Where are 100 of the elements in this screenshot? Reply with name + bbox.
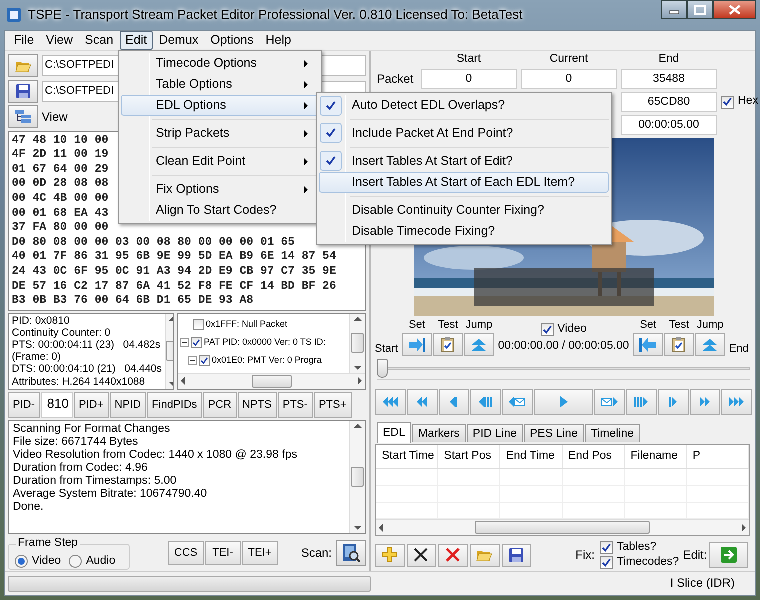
scrollbar[interactable] (376, 519, 749, 536)
pid-button[interactable]: NPTS (238, 392, 277, 418)
button-caption: Jump (466, 319, 493, 332)
fast-forward-button[interactable] (690, 389, 720, 416)
value-field[interactable]: 35488 (621, 69, 717, 89)
pid-button[interactable]: PTS+ (314, 392, 352, 418)
radio-button[interactable] (69, 554, 82, 568)
delete-button[interactable] (438, 544, 468, 567)
checkbox[interactable] (721, 96, 734, 108)
checkbox[interactable] (199, 355, 210, 366)
submenu-arrow-icon (304, 60, 308, 68)
close-button[interactable] (713, 0, 756, 19)
save-button[interactable] (502, 544, 532, 567)
column-header[interactable]: End Pos (562, 445, 625, 468)
tab[interactable]: Timeline (584, 424, 640, 442)
menu-item[interactable]: File (8, 31, 40, 50)
play-button[interactable] (534, 389, 594, 416)
radio-button[interactable] (15, 554, 28, 568)
menu-item[interactable]: Insert Tables At Start of Edit? (319, 144, 609, 172)
menu-item[interactable]: Auto Detect EDL Overlaps? (319, 95, 609, 116)
set-end-button[interactable] (633, 333, 664, 356)
value-field[interactable]: 65CD80 (621, 92, 717, 112)
rewind-button[interactable] (406, 389, 438, 416)
tree-item[interactable]: PAT PID: 0x0000 Ver: 0 TS ID: (204, 337, 326, 348)
menu-item[interactable]: Demux (153, 31, 205, 50)
next-message-button[interactable] (594, 389, 625, 416)
pid-button[interactable]: PID+ (74, 392, 109, 418)
app-icon (6, 7, 22, 23)
menu-item[interactable]: EDL Options (121, 95, 319, 116)
hex-row: 37 FA 80 00 00 (12, 221, 109, 236)
slider[interactable] (377, 359, 750, 380)
column-header[interactable]: P (686, 445, 750, 468)
minimize-button[interactable] (661, 0, 687, 19)
tab[interactable]: Markers (412, 424, 466, 442)
slider-thumb[interactable] (377, 359, 388, 378)
previous-message-icon (508, 396, 526, 408)
remove-button[interactable] (406, 544, 436, 567)
pid-button[interactable]: NPID (110, 392, 146, 418)
radio-label: Audio (86, 554, 116, 568)
menu-item[interactable]: Align To Start Codes? (121, 200, 319, 221)
column-header[interactable]: End Time (500, 445, 563, 468)
menu-item[interactable]: Table Options (121, 74, 319, 95)
arrow-to-bar-icon (408, 336, 426, 353)
menu-item[interactable]: Options (204, 31, 260, 50)
previous-message-button[interactable] (502, 389, 533, 416)
checkbox[interactable] (600, 556, 613, 570)
maximize-button[interactable] (687, 0, 713, 19)
tree-item[interactable]: 0x1FFF: Null Packet (206, 319, 288, 330)
column-header[interactable]: Start Pos (438, 445, 500, 468)
menu-item[interactable]: Edit (120, 31, 154, 50)
menu-item[interactable]: Timecode Options (121, 53, 319, 74)
set-start-button[interactable] (402, 333, 432, 356)
step-forward-many-button[interactable] (626, 389, 657, 416)
tool-button[interactable]: CCS (168, 541, 204, 566)
next-message-icon (601, 396, 618, 408)
value-field[interactable]: 00:00:05.00 (621, 115, 717, 135)
value-field[interactable]: 0 (421, 69, 517, 89)
checkbox[interactable] (600, 541, 613, 554)
skip-to-start-button[interactable] (375, 389, 406, 416)
menu-item[interactable]: Help (260, 31, 298, 50)
expander-toggle[interactable] (188, 356, 197, 366)
column-header[interactable]: Start Time (376, 445, 438, 468)
run-edit-button[interactable] (709, 542, 748, 568)
pid-button[interactable]: PCR (203, 392, 237, 418)
column-header[interactable]: Filename (624, 445, 687, 468)
step-back-button[interactable] (438, 389, 470, 416)
jump-end-button[interactable] (695, 333, 726, 356)
step-forward-button[interactable] (658, 389, 688, 416)
expander-toggle[interactable] (180, 338, 189, 348)
checkbox[interactable] (193, 319, 204, 330)
test-end-button[interactable] (664, 333, 694, 356)
scan-button[interactable] (336, 540, 366, 566)
skip-to-end-button[interactable] (721, 389, 752, 416)
tool-button[interactable]: TEI+ (242, 541, 278, 566)
tab[interactable]: EDL (377, 422, 412, 444)
jump-start-button[interactable] (464, 333, 494, 356)
pid-field[interactable]: 810 (41, 392, 73, 418)
pid-button[interactable]: PTS- (278, 392, 313, 418)
tab[interactable]: PID Line (466, 424, 524, 442)
menu-item[interactable]: Disable Timecode Fixing? (319, 221, 609, 242)
scrollbar[interactable] (349, 314, 365, 373)
pid-button[interactable]: FindPIDs (147, 392, 202, 418)
checkbox[interactable] (191, 337, 202, 348)
tool-button[interactable]: TEI- (205, 541, 241, 566)
checkbox[interactable] (540, 323, 554, 336)
menu-item[interactable]: Insert Tables At Start of Each EDL Item? (319, 172, 609, 193)
scrollbar[interactable] (178, 372, 365, 389)
scrollbar[interactable] (349, 420, 365, 533)
tree-item[interactable]: 0x01E0: PMT Ver: 0 Progra (212, 355, 322, 366)
menu-item[interactable]: Scan (79, 31, 120, 50)
submenu-arrow-icon (304, 102, 308, 110)
menu-item[interactable]: View (40, 31, 80, 50)
test-start-button[interactable] (433, 333, 464, 356)
tab[interactable]: PES Line (524, 424, 584, 442)
view-button[interactable] (8, 105, 38, 128)
menu-item[interactable]: Include Packet At End Point? (319, 116, 609, 144)
save-file-button[interactable] (8, 80, 38, 103)
value-field[interactable]: 0 (521, 69, 617, 89)
step-back-many-button[interactable] (470, 389, 501, 416)
pid-button[interactable]: PID- (8, 392, 40, 418)
